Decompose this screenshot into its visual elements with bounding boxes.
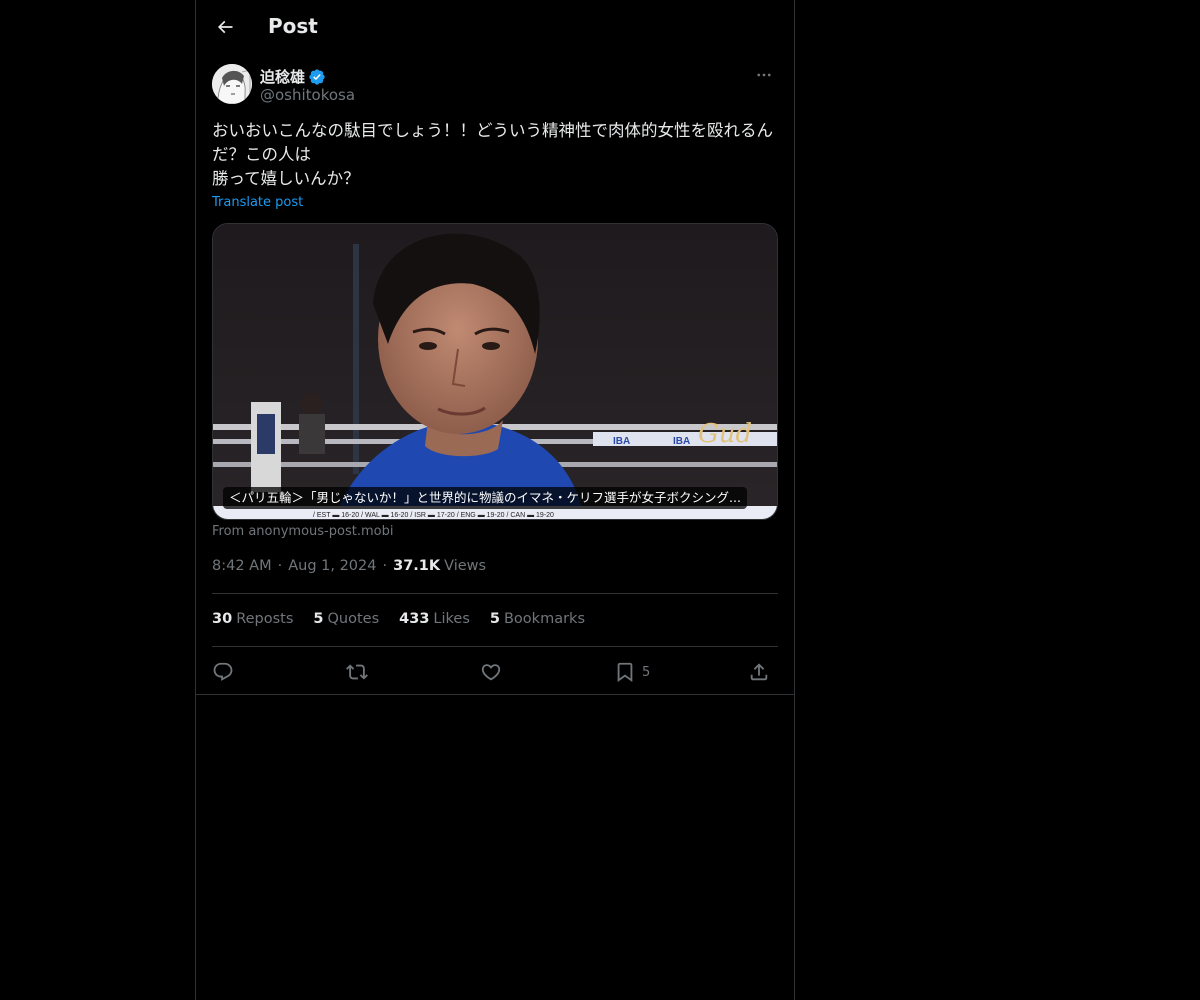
post-meta: 8:42 AM · Aug 1, 2024 · 37.1K Views: [212, 558, 486, 574]
more-icon: [757, 73, 771, 77]
quotes-count: 5: [313, 611, 324, 627]
author-display-name[interactable]: 迫稔雄: [260, 66, 326, 87]
video-caption: ＜パリ五輪＞「男じゃないか！」と世界的に物議のイマネ・ケリフ選手が女子ボクシング…: [223, 487, 747, 509]
divider: [196, 694, 794, 695]
svg-text:/ EST ▬ 16-20 / WAL ▬ 16-20 /: / EST ▬ 16-20 / WAL ▬ 16-20 / ISR ▬ 17-2…: [313, 512, 554, 519]
video-thumbnail: IBA IBA Gud / EST ▬ 16-20 / WAL ▬ 16-20 …: [213, 224, 777, 519]
repost-icon: [346, 664, 368, 680]
repost-button[interactable]: [346, 656, 368, 688]
bookmarks-label: Bookmarks: [503, 611, 585, 627]
avatar[interactable]: [212, 64, 252, 104]
meta-separator: ·: [382, 558, 388, 574]
like-icon: [481, 664, 501, 681]
post-time[interactable]: 8:42 AM: [212, 558, 272, 574]
likes-count: 433: [399, 611, 430, 627]
share-icon: [750, 663, 768, 681]
reposts-label: Reposts: [236, 611, 294, 627]
divider: [212, 646, 778, 647]
post-text: おいおいこんなの駄目でしょう！！どういう精神性で肉体的女性を殴れるんだ？この人は…: [212, 121, 773, 188]
more-button[interactable]: [750, 64, 778, 86]
bookmark-count: 5: [642, 664, 651, 680]
quotes-stat[interactable]: 5 Quotes: [313, 611, 379, 627]
bookmark-button[interactable]: 5: [614, 656, 650, 688]
post-header: Post: [196, 0, 794, 53]
engagement-stats: 30 Reposts 5 Quotes 433 Likes 5 Bookmarks: [212, 611, 585, 627]
reposts-stat[interactable]: 30 Reposts: [212, 611, 293, 627]
quotes-label: Quotes: [327, 611, 380, 627]
back-arrow-icon: [217, 20, 233, 34]
bookmark-icon: [617, 662, 633, 683]
card-source-link[interactable]: From anonymous-post.mobi: [212, 524, 393, 539]
divider: [212, 593, 778, 594]
verified-badge-icon: [309, 68, 325, 85]
action-bar: 5: [212, 656, 778, 688]
share-button[interactable]: [748, 656, 770, 688]
like-button[interactable]: [480, 656, 502, 688]
post-date[interactable]: Aug 1, 2024: [288, 558, 376, 574]
author-handle[interactable]: @oshitokosa: [260, 86, 355, 104]
reposts-count: 30: [212, 611, 233, 627]
bookmarks-stat[interactable]: 5 Bookmarks: [490, 611, 585, 627]
bookmarks-count: 5: [489, 611, 500, 627]
svg-text:IBA: IBA: [673, 436, 690, 447]
author-name-text: 迫稔雄: [260, 68, 306, 86]
svg-text:IBA: IBA: [613, 436, 630, 447]
post-column: Post 迫稔雄 @oshitokosa おいおいこんなの駄目でしょう！！どうい…: [195, 0, 795, 1000]
reply-icon: [213, 662, 233, 681]
views-count: 37.1K: [393, 558, 441, 574]
likes-stat[interactable]: 433 Likes: [399, 611, 470, 627]
page-title: Post: [268, 14, 318, 38]
likes-label: Likes: [433, 611, 470, 627]
post-video[interactable]: IBA IBA Gud / EST ▬ 16-20 / WAL ▬ 16-20 …: [212, 223, 778, 520]
reply-button[interactable]: [212, 656, 234, 688]
back-button[interactable]: [210, 12, 240, 42]
post-author: 迫稔雄 @oshitokosa: [212, 64, 778, 108]
svg-text:Gud: Gud: [698, 419, 752, 449]
translate-post-link[interactable]: Translate post: [212, 195, 303, 210]
views-label: Views: [444, 558, 487, 574]
meta-separator: ·: [277, 558, 283, 574]
